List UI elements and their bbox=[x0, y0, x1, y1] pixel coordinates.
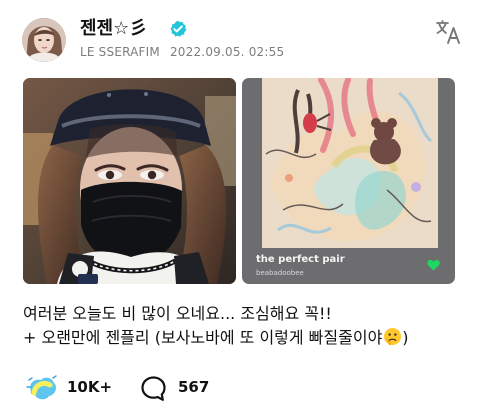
author-avatar[interactable] bbox=[22, 18, 66, 62]
comment-button[interactable]: 567 bbox=[138, 373, 228, 403]
caption-line-2: + 오랜만에 젠플리 (보사노바에 또 이렇게 빠질줄이야 ) bbox=[23, 326, 463, 350]
like-burst-icon bbox=[26, 375, 57, 400]
translate-icon bbox=[436, 20, 460, 44]
album-art bbox=[262, 78, 438, 248]
track-artist: beabadoobee bbox=[256, 269, 304, 277]
selfie-image bbox=[23, 78, 236, 284]
like-count: 10K+ bbox=[67, 378, 113, 396]
post-meta: LE SSERAFIM 2022.09.05. 02:55 bbox=[80, 45, 284, 60]
group-label: LE SSERAFIM bbox=[80, 45, 160, 59]
verified-badge-icon bbox=[170, 20, 187, 37]
author-info: 젠젠☆彡 LE SSERAFIM 2022.09.05. 02:55 bbox=[80, 14, 400, 64]
post-caption: 여러분 오늘도 비 많이 오네요... 조심해요 꼭!! + 오랜만에 젠플리 … bbox=[23, 302, 463, 350]
album-illustration bbox=[262, 78, 438, 248]
avatar-portrait bbox=[22, 18, 66, 62]
track-title: the perfect pair bbox=[256, 254, 345, 265]
post-actions: 10K+ 567 bbox=[23, 373, 383, 403]
comment-bubble-icon bbox=[141, 376, 166, 401]
author-name[interactable]: 젠젠☆彡 bbox=[80, 18, 147, 40]
slightly-worried-face-icon bbox=[384, 327, 402, 346]
caption-line-2-text: + 오랜만에 젠플리 (보사노바에 또 이렇게 빠질줄이야 bbox=[23, 328, 383, 347]
caption-line-2-end: ) bbox=[402, 328, 409, 347]
post-media: the perfect pair beabadoobee bbox=[23, 78, 455, 284]
post-header: 젠젠☆彡 LE SSERAFIM 2022.09.05. 02:55 bbox=[22, 14, 462, 64]
selfie-photo[interactable] bbox=[23, 78, 236, 284]
heart-icon[interactable] bbox=[427, 259, 440, 271]
like-button[interactable]: 10K+ bbox=[23, 373, 119, 403]
music-card[interactable]: the perfect pair beabadoobee bbox=[242, 78, 455, 284]
weverse-post: 젠젠☆彡 LE SSERAFIM 2022.09.05. 02:55 the p… bbox=[0, 0, 480, 420]
post-timestamp: 2022.09.05. 02:55 bbox=[169, 45, 285, 59]
translate-button[interactable] bbox=[434, 18, 462, 46]
comment-count: 567 bbox=[178, 378, 210, 396]
caption-line-1: 여러분 오늘도 비 많이 오네요... 조심해요 꼭!! bbox=[23, 304, 332, 323]
